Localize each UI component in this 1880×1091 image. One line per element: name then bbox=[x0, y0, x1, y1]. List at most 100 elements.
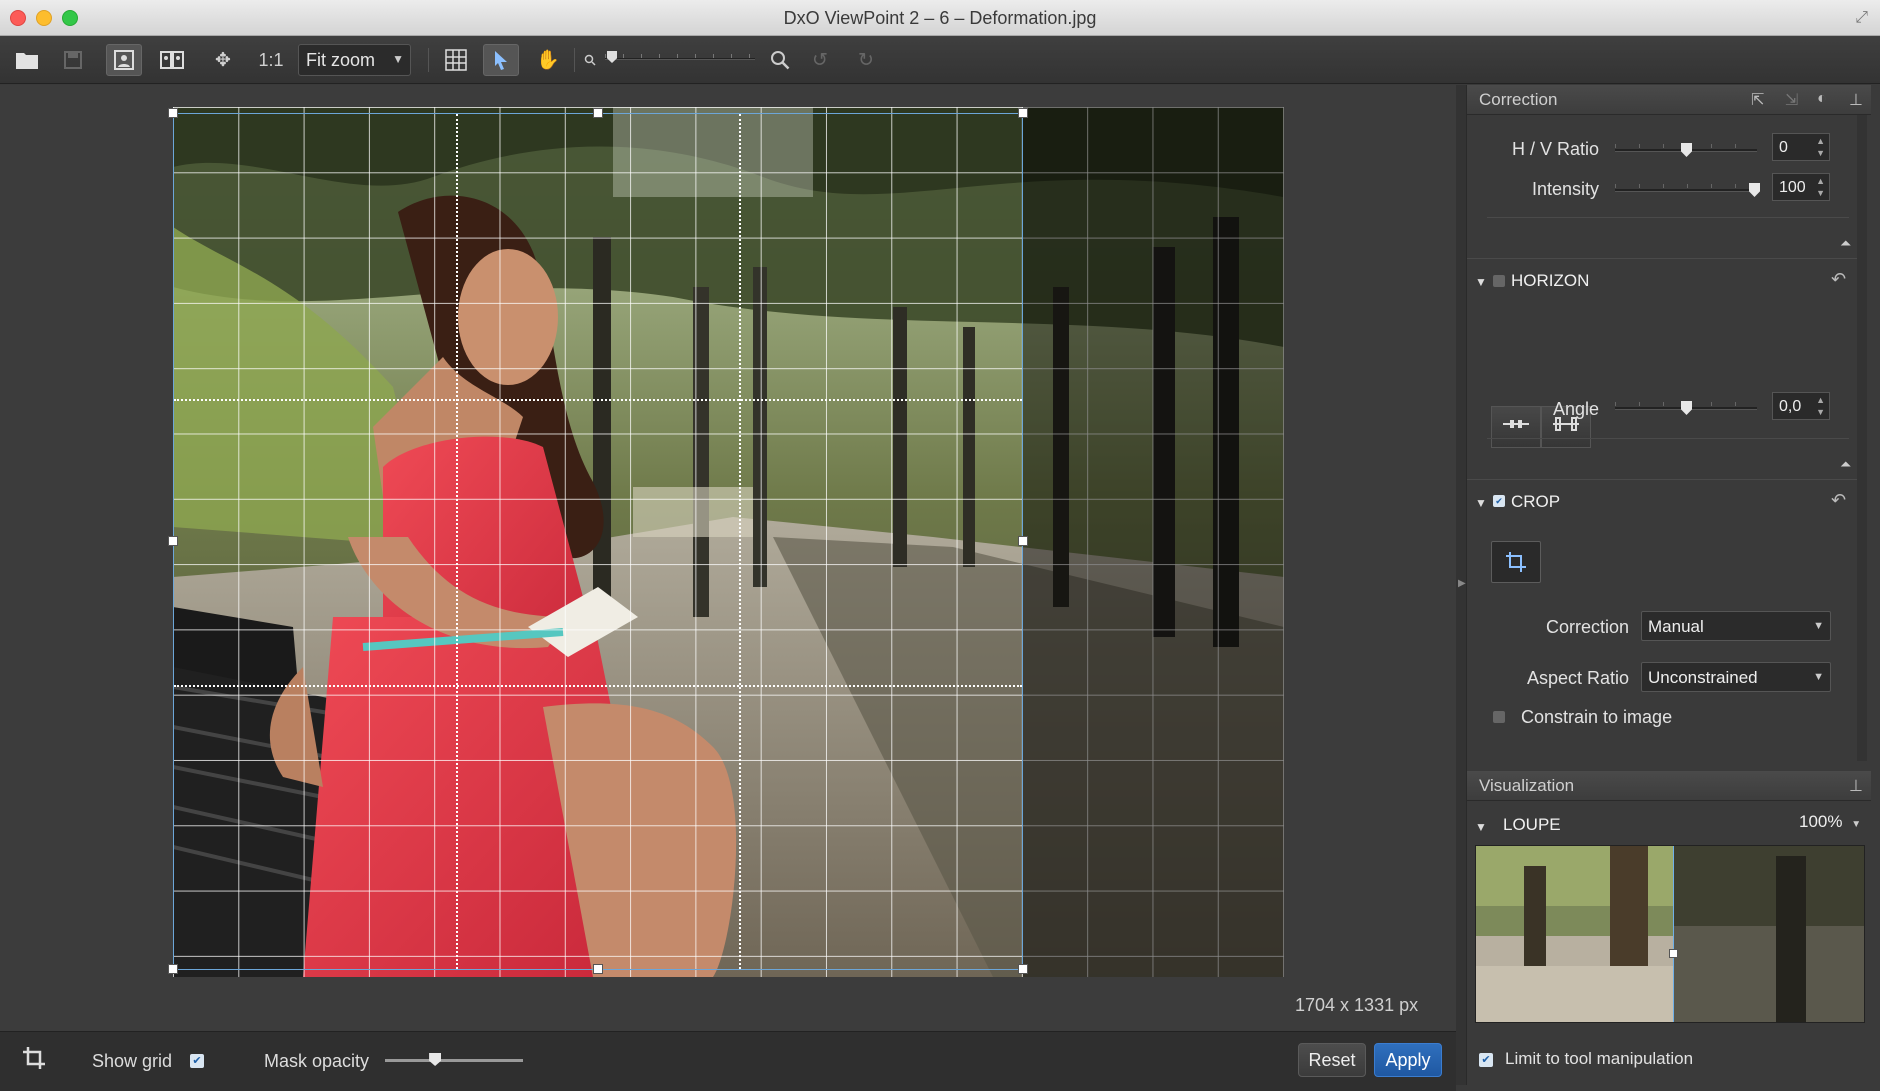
chevron-down-icon: ▼ bbox=[1851, 819, 1862, 830]
crop-correction-select[interactable]: Manual ▼ bbox=[1641, 611, 1831, 641]
hv-ratio-slider[interactable] bbox=[1615, 143, 1757, 157]
crop-third-line bbox=[456, 114, 458, 969]
triangle-down-icon[interactable]: ▼ bbox=[1475, 275, 1487, 289]
hv-ratio-spinbox[interactable]: 0 ▲ ▼ bbox=[1772, 133, 1830, 161]
one-to-one-button[interactable]: 1:1 bbox=[254, 44, 288, 76]
grid-icon[interactable] bbox=[438, 44, 474, 76]
triangle-down-icon[interactable]: ▼ bbox=[1475, 820, 1487, 834]
hand-icon[interactable]: ✋ bbox=[532, 44, 564, 76]
pointer-icon[interactable] bbox=[483, 44, 519, 76]
crop-handle-bottom-right[interactable] bbox=[1018, 964, 1028, 974]
mask-opacity-slider[interactable] bbox=[385, 1053, 523, 1066]
move-icon[interactable]: ✥ bbox=[208, 44, 238, 76]
collapse-section-icon[interactable]: ⏶ bbox=[1840, 456, 1851, 473]
loupe-zoom-select[interactable]: 100% ▼ bbox=[1799, 812, 1861, 832]
angle-spinbox[interactable]: 0,0 ▲ ▼ bbox=[1772, 392, 1830, 420]
export-icon[interactable]: ⇱ bbox=[1751, 90, 1764, 110]
loupe-zoom-value: 100% bbox=[1799, 812, 1843, 831]
show-grid-checkbox[interactable]: ✔ bbox=[190, 1054, 204, 1068]
image-size-readout: 1704 x 1331 px bbox=[1295, 995, 1419, 1015]
undo-arrow-icon[interactable]: ↶ bbox=[1831, 269, 1846, 290]
loupe-image bbox=[1476, 846, 1864, 1022]
reset-button[interactable]: Reset bbox=[1298, 1043, 1366, 1077]
spin-arrows-icon[interactable]: ▲ ▼ bbox=[1816, 394, 1825, 418]
correction-header-label: Correction bbox=[1479, 90, 1558, 109]
crop-enable-checkbox[interactable]: ✔ bbox=[1493, 495, 1505, 507]
crop-handle-right[interactable] bbox=[1018, 536, 1028, 546]
aspect-ratio-value: Unconstrained bbox=[1648, 668, 1758, 687]
crop-frame[interactable] bbox=[168, 108, 1028, 974]
loupe-split-handle[interactable] bbox=[1669, 949, 1678, 958]
angle-value: 0,0 bbox=[1779, 398, 1802, 415]
limit-to-tool-checkbox[interactable]: ✔ bbox=[1479, 1053, 1493, 1067]
constrain-to-image-checkbox[interactable] bbox=[1493, 711, 1505, 723]
zoom-select-value: Fit zoom bbox=[306, 50, 376, 70]
crop-handle-top-right[interactable] bbox=[1018, 108, 1028, 118]
chevron-right-icon: ▶ bbox=[1458, 578, 1466, 589]
loupe-preview[interactable] bbox=[1475, 845, 1865, 1023]
zoom-select[interactable]: Fit zoom ▼ bbox=[298, 44, 411, 76]
crop-correction-label: Correction bbox=[1545, 617, 1629, 637]
angle-slider[interactable] bbox=[1615, 401, 1757, 415]
image-canvas[interactable]: 1704 x 1331 px bbox=[0, 85, 1456, 1031]
title-bar: DxO ViewPoint 2 – 6 – Deformation.jpg ⤢ bbox=[0, 0, 1880, 36]
zoom-out-icon[interactable] bbox=[582, 44, 598, 76]
mask-opacity-thumb[interactable] bbox=[429, 1053, 442, 1066]
section-divider bbox=[1487, 217, 1849, 218]
crop-icon[interactable] bbox=[22, 1046, 46, 1077]
intensity-thumb[interactable] bbox=[1749, 183, 1760, 197]
correction-panel-header: Correction ⇱ ⇲ ◐ ⊥ bbox=[1467, 85, 1871, 115]
right-panel: Correction ⇱ ⇲ ◐ ⊥ H / V Ratio 0 ▲ ▼ Inte… bbox=[1466, 85, 1871, 1085]
loupe-section-title: LOUPE bbox=[1503, 815, 1561, 834]
fullscreen-icon[interactable]: ⤢ bbox=[1855, 9, 1868, 27]
tool-options-bar: Show grid ✔ Mask opacity Reset Apply bbox=[0, 1031, 1456, 1091]
window-title: DxO ViewPoint 2 – 6 – Deformation.jpg bbox=[783, 8, 1097, 28]
undo-icon[interactable]: ↺ bbox=[806, 44, 834, 76]
crop-handle-bottom[interactable] bbox=[593, 964, 603, 974]
undo-arrow-icon[interactable]: ↶ bbox=[1831, 490, 1846, 511]
zoom-slider[interactable] bbox=[605, 51, 755, 63]
crop-correction-value: Manual bbox=[1648, 617, 1704, 636]
crop-handle-bottom-left[interactable] bbox=[168, 964, 178, 974]
toolbar: ✥ 1:1 Fit zoom ▼ ✋ ↺ ↻ bbox=[0, 36, 1880, 84]
hv-ratio-label: H / V Ratio bbox=[1511, 139, 1599, 159]
chevron-down-icon: ▼ bbox=[1813, 620, 1824, 632]
pin-icon[interactable]: ⊥ bbox=[1849, 776, 1863, 796]
collapse-section-icon[interactable]: ⏶ bbox=[1840, 235, 1851, 252]
crop-handle-top-left[interactable] bbox=[168, 108, 178, 118]
spin-arrows-icon[interactable]: ▲ ▼ bbox=[1816, 175, 1825, 199]
limit-to-tool-label: Limit to tool manipulation bbox=[1505, 1049, 1694, 1068]
spin-arrows-icon[interactable]: ▲ ▼ bbox=[1816, 135, 1825, 159]
crop-handle-top[interactable] bbox=[593, 108, 603, 118]
slider-ticks bbox=[1615, 184, 1757, 188]
apply-button[interactable]: Apply bbox=[1374, 1043, 1442, 1077]
angle-thumb[interactable] bbox=[1681, 401, 1692, 415]
mask-opacity-label: Mask opacity bbox=[264, 1051, 370, 1071]
section-divider bbox=[1467, 479, 1857, 480]
hv-ratio-thumb[interactable] bbox=[1681, 143, 1692, 157]
horizon-section-title: HORIZON bbox=[1511, 271, 1590, 290]
panel-scrollbar[interactable] bbox=[1857, 115, 1867, 761]
zoom-in-icon[interactable] bbox=[766, 44, 794, 76]
split-view-icon[interactable] bbox=[154, 44, 190, 76]
redo-icon[interactable]: ↻ bbox=[852, 44, 880, 76]
intensity-spinbox[interactable]: 100 ▲ ▼ bbox=[1772, 173, 1830, 201]
loupe-split-line[interactable] bbox=[1673, 846, 1674, 1022]
show-grid-label: Show grid bbox=[92, 1051, 173, 1071]
aspect-ratio-select[interactable]: Unconstrained ▼ bbox=[1641, 662, 1831, 692]
reset-all-icon[interactable]: ◐ bbox=[1817, 90, 1827, 108]
crop-tool-button[interactable] bbox=[1491, 541, 1541, 583]
visualization-header-label: Visualization bbox=[1479, 776, 1575, 795]
pin-icon[interactable]: ⊥ bbox=[1849, 90, 1863, 110]
single-view-icon[interactable] bbox=[106, 44, 142, 76]
triangle-down-icon[interactable]: ▼ bbox=[1475, 496, 1487, 510]
crop-handle-left[interactable] bbox=[168, 536, 178, 546]
open-folder-icon[interactable] bbox=[12, 44, 42, 76]
toolbar-divider bbox=[574, 48, 575, 72]
panel-splitter[interactable]: ▶ bbox=[1456, 85, 1466, 1085]
intensity-slider[interactable] bbox=[1615, 183, 1760, 197]
crop-outside-mask bbox=[1023, 107, 1284, 977]
horizon-enable-checkbox[interactable] bbox=[1493, 275, 1505, 287]
save-icon[interactable] bbox=[58, 44, 88, 76]
import-icon[interactable]: ⇲ bbox=[1785, 90, 1798, 110]
